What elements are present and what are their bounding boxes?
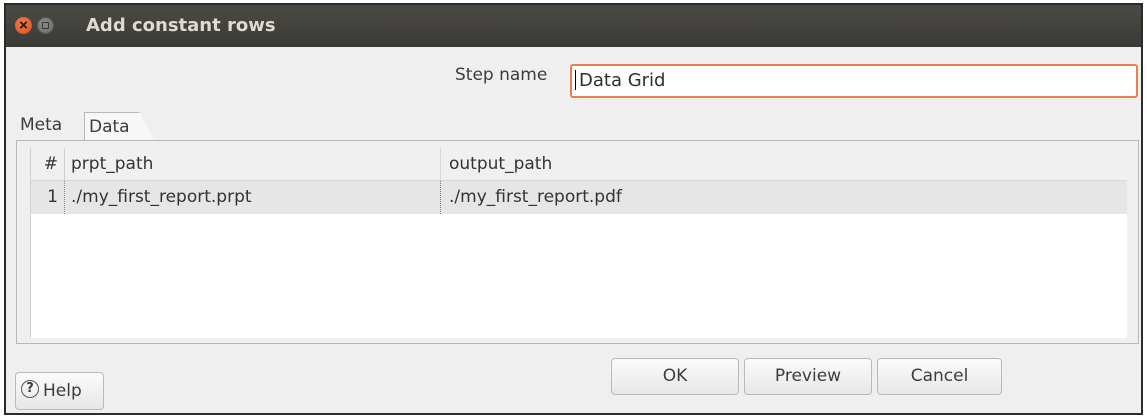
step-name-label: Step name xyxy=(455,65,548,85)
help-label: Help xyxy=(43,381,82,401)
step-name-input[interactable]: Data Grid xyxy=(570,64,1138,98)
tab-content-data: # prpt_path output_path 1 ./my_first_rep… xyxy=(16,140,1139,344)
help-button[interactable]: ? Help xyxy=(15,372,104,410)
tab-strip: Meta Data xyxy=(16,104,1139,141)
ok-button[interactable]: OK xyxy=(611,358,739,395)
table-header: # prpt_path output_path xyxy=(31,148,1127,181)
window-title: Add constant rows xyxy=(86,15,276,36)
row-number-cell[interactable]: 1 xyxy=(31,181,65,214)
close-icon[interactable] xyxy=(15,17,32,34)
title-bar[interactable]: Add constant rows xyxy=(6,5,1141,47)
tab-data[interactable]: Data xyxy=(84,112,155,141)
question-circle-icon: ? xyxy=(21,380,39,398)
tab-meta[interactable]: Meta xyxy=(20,115,62,135)
output-path-cell[interactable]: ./my_first_report.pdf xyxy=(441,181,1128,214)
tab-folder: Meta Data # prpt_path output_path 1 ./my… xyxy=(16,104,1139,344)
column-header-number[interactable]: # xyxy=(31,148,65,181)
data-grid-table[interactable]: # prpt_path output_path 1 ./my_first_rep… xyxy=(30,148,1127,338)
cancel-button[interactable]: Cancel xyxy=(877,358,1002,395)
column-header-prpt-path[interactable]: prpt_path xyxy=(65,148,441,181)
column-header-output-path[interactable]: output_path xyxy=(441,148,1128,181)
table-row[interactable]: 1 ./my_first_report.prpt ./my_first_repo… xyxy=(31,181,1127,214)
prpt-path-cell[interactable]: ./my_first_report.prpt xyxy=(65,181,441,214)
dialog-window: Add constant rows Step name Data Grid Me… xyxy=(4,3,1143,415)
step-name-value: Data Grid xyxy=(579,70,666,91)
minimize-icon[interactable] xyxy=(37,17,54,34)
preview-button[interactable]: Preview xyxy=(744,358,872,395)
text-cursor xyxy=(575,70,576,90)
